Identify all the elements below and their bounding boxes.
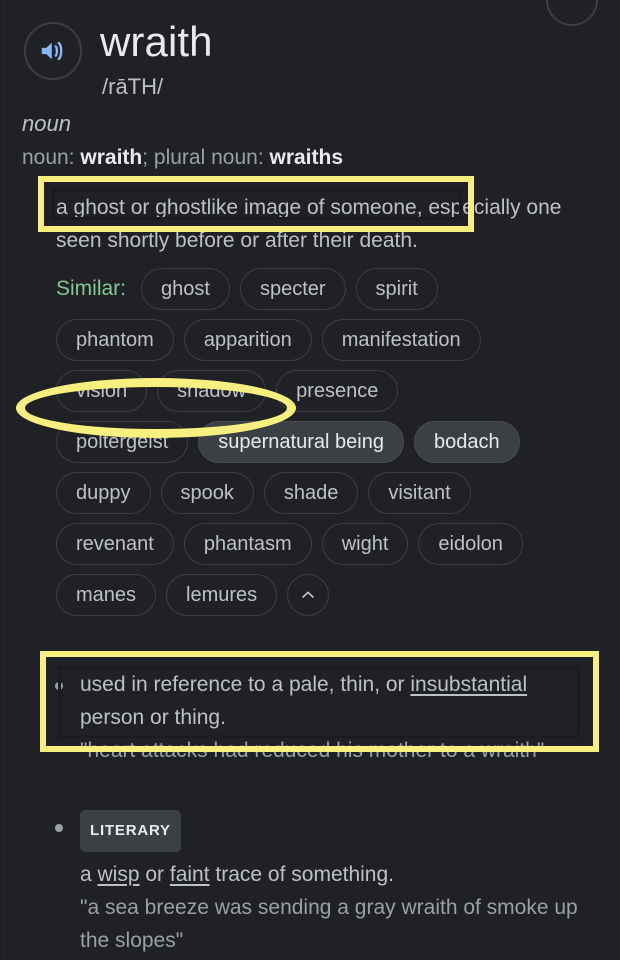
synonym-chip[interactable]: apparition: [183, 319, 312, 361]
part-of-speech-label: noun: [22, 111, 71, 136]
dictionary-panel: wraith /rāTH/ noun noun: wraith; plural …: [0, 0, 620, 960]
synonym-row-3: vision shadow presence: [56, 370, 601, 412]
sense-3-block: LITERARY a wisp or faint trace of someth…: [46, 810, 591, 957]
collapse-synonyms-button[interactable]: [287, 574, 330, 616]
synonym-chip[interactable]: lemures: [166, 574, 278, 616]
inflection-form-plural: wraiths: [269, 146, 344, 169]
synonym-chip[interactable]: poltergeist: [56, 421, 189, 463]
inflection-sep-3: :: [257, 146, 270, 169]
synonym-chip[interactable]: manes: [56, 574, 157, 616]
inflection-label-plural: plural noun: [153, 146, 258, 169]
sense-3-text-3: trace of something.: [209, 863, 395, 886]
pronunciation: /rāTH/: [102, 74, 164, 99]
synonym-chip[interactable]: manifestation: [321, 319, 481, 361]
sense-2-definition: used in reference to a pale, thin, or in…: [46, 668, 591, 734]
synonym-row-1: Similar: ghost specter spirit: [56, 268, 601, 310]
synonym-chip[interactable]: specter: [239, 268, 346, 310]
synonym-chip-selected[interactable]: supernatural being: [198, 421, 404, 463]
synonym-row-6: revenant phantasm wight eidolon: [56, 523, 601, 565]
headword-row: wraith /rāTH/: [24, 18, 600, 102]
synonym-chip[interactable]: revenant: [56, 523, 174, 565]
sense-3-link-wisp[interactable]: wisp: [98, 863, 140, 886]
sense-1-definition: a ghost or ghostlike image of someone, e…: [56, 196, 562, 252]
sense-3-link-faint[interactable]: faint: [170, 863, 210, 886]
inflection-sep-1: :: [68, 146, 81, 169]
synonym-chip[interactable]: vision: [56, 370, 148, 412]
inflection-sep-2: ;: [142, 146, 154, 169]
sense-3-quote: "a sea breeze was sending a gray wraith …: [80, 896, 578, 952]
synonym-chip[interactable]: spirit: [355, 268, 438, 310]
inflection-form-singular: wraith: [80, 146, 143, 169]
page-title: wraith: [100, 18, 213, 65]
left-edge-rail: [3, 0, 4, 960]
sense-2-text-after: person or thing.: [80, 706, 226, 729]
speaker-icon: [38, 36, 68, 66]
sense-3-definition: LITERARY a wisp or faint trace of someth…: [46, 810, 591, 957]
synonym-row-2: phantom apparition manifestation: [56, 319, 601, 361]
similar-label: Similar:: [56, 277, 127, 300]
synonym-chip[interactable]: phantasm: [183, 523, 312, 565]
synonym-chip[interactable]: spook: [160, 472, 254, 514]
synonym-chip[interactable]: phantom: [56, 319, 174, 361]
synonym-chip[interactable]: eidolon: [418, 523, 523, 565]
chevron-up-icon: [298, 585, 318, 605]
sense-3-lines: a wisp or faint trace of something. "a se…: [80, 858, 591, 957]
synonym-chip[interactable]: duppy: [56, 472, 151, 514]
synonym-chip[interactable]: shade: [263, 472, 359, 514]
synonym-chip[interactable]: visitant: [368, 472, 471, 514]
synonym-row-5: duppy spook shade visitant: [56, 472, 601, 514]
status-badge: LITERARY: [80, 810, 181, 852]
headword-text-block: wraith /rāTH/: [100, 18, 213, 102]
synonym-chip[interactable]: ghost: [141, 268, 230, 310]
sense-3-text-1: a: [80, 863, 98, 886]
synonym-chip[interactable]: wight: [321, 523, 409, 565]
synonym-chip-selected[interactable]: bodach: [413, 421, 520, 463]
sense-2-text-before: used in reference to a pale, thin, or: [80, 673, 411, 696]
synonyms-block: Similar: ghost specter spirit phantom ap…: [56, 268, 601, 625]
sense-2-quote: "heart attacks had reduced his mother to…: [80, 739, 545, 762]
inflection-label-singular: noun: [22, 146, 69, 169]
inflections-line: noun: wraith; plural noun: wraiths: [22, 146, 343, 170]
sense-2-link[interactable]: insubstantial: [410, 673, 527, 696]
sense-2-block: used in reference to a pale, thin, or in…: [46, 668, 591, 734]
synonym-row-4: poltergeist supernatural being bodach: [56, 421, 601, 463]
synonym-row-7: manes lemures: [56, 574, 601, 616]
synonym-chip[interactable]: shadow: [157, 370, 267, 412]
synonym-chip[interactable]: presence: [276, 370, 399, 412]
sense-3-text-2: or: [139, 863, 170, 886]
pronounce-audio-button[interactable]: [24, 22, 82, 80]
